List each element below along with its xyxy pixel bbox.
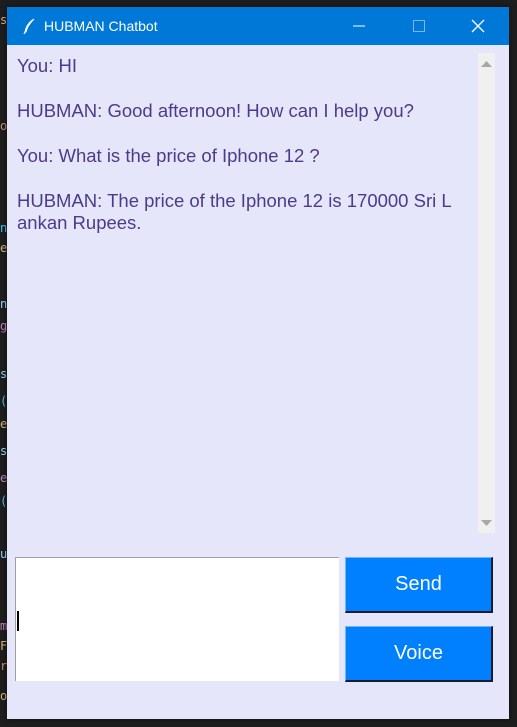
chat-message: You: HI (17, 55, 77, 76)
message-input[interactable] (15, 557, 339, 681)
minimize-button[interactable] (336, 7, 382, 45)
voice-button[interactable]: Voice (345, 626, 493, 682)
close-button[interactable] (455, 7, 501, 45)
chat-message: You: What is the price of Iphone 12 ? (17, 145, 320, 166)
scroll-down-icon[interactable] (478, 517, 495, 529)
minimize-icon (353, 25, 365, 27)
close-icon (471, 19, 485, 33)
feather-icon (23, 18, 35, 35)
window-title: HUBMAN Chatbot (44, 18, 158, 34)
chat-message-continuation: ankan Rupees. (17, 212, 142, 233)
chat-log[interactable]: You: HI HUBMAN: Good afternoon! How can … (10, 45, 477, 535)
chat-message: HUBMAN: The price of the Iphone 12 is 17… (17, 190, 452, 211)
maximize-icon (413, 20, 425, 32)
maximize-button[interactable] (396, 7, 442, 45)
text-caret (17, 611, 19, 631)
scroll-up-icon[interactable] (478, 58, 495, 70)
chat-message: HUBMAN: Good afternoon! How can I help y… (17, 100, 414, 121)
send-button[interactable]: Send (345, 557, 493, 613)
chatbot-window: HUBMAN Chatbot You: HI HUBMAN: Good afte… (7, 7, 509, 719)
chat-scrollbar[interactable] (478, 53, 495, 533)
title-bar[interactable]: HUBMAN Chatbot (7, 7, 509, 45)
